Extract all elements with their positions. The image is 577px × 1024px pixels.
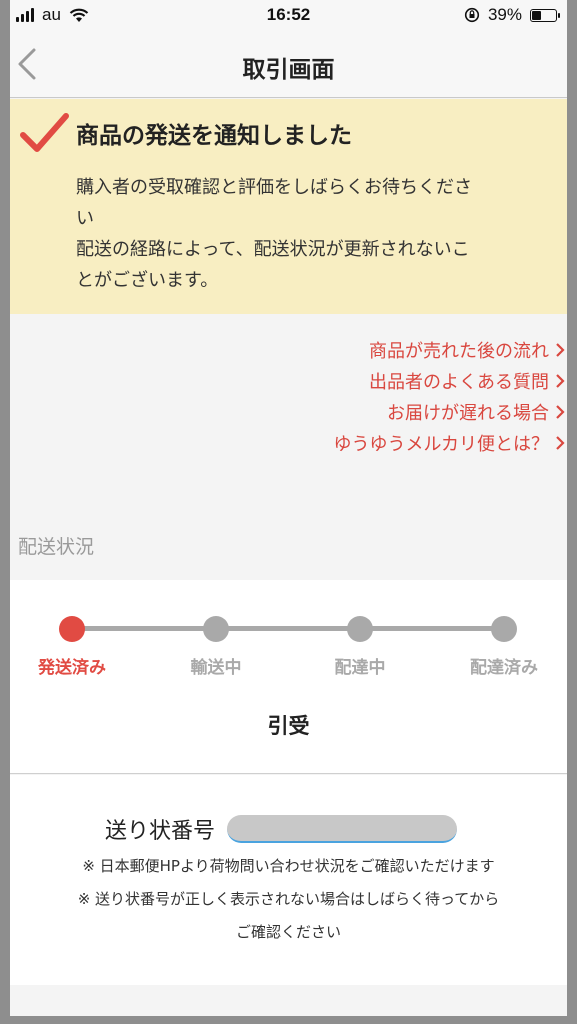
status-right: 39% (464, 5, 560, 25)
tracking-note: ※ 日本郵便HPより荷物問い合わせ状況をご確認いただけます (82, 857, 495, 875)
notice-line: 配送の経路によって、配送状況が更新されないこ (76, 239, 470, 260)
tracking-note: ※ 送り状番号が正しく表示されない場合はしばらく待ってから (77, 890, 500, 908)
notice-title: 商品の発送を通知しました (76, 123, 352, 149)
chevron-right-icon (556, 404, 565, 419)
notice-line: い (76, 208, 94, 229)
link-delivery-delay[interactable]: お届けが遅れる場合 (10, 396, 567, 427)
step-dot (347, 616, 373, 642)
tracking-number-row: 送り状番号 (105, 813, 458, 845)
nav-bar: 取引画面 (10, 30, 567, 98)
notice-message: 購入者の受取確認と評価をしばらくお待ちくださ い 配送の経路によって、配送状況が… (76, 172, 556, 296)
step-label: 配達中 (334, 658, 386, 678)
help-links: 商品が売れた後の流れ 出品者のよくある質問 お届けが遅れる場合 ゆうゆうメルカリ… (10, 334, 567, 458)
chevron-right-icon (556, 342, 565, 357)
shipping-progress: 発送済み 輸送中 配達中 配達済み 引受 (10, 580, 567, 774)
app-screen: au 16:52 39% 取引画面 商品の発送を通知しました 購入者の受取確認と… (0, 0, 577, 1024)
notice-line: 購入者の受取確認と評価をしばらくお待ちくださ (76, 177, 472, 198)
shipping-notice: 商品の発送を通知しました 購入者の受取確認と評価をしばらくお待ちくださ い 配送… (10, 99, 567, 314)
shipping-status-heading: 配送状況 (18, 536, 95, 558)
rotation-lock-icon (464, 7, 480, 23)
current-status: 引受 (267, 714, 310, 738)
link-label: お届けが遅れる場合 (387, 402, 549, 424)
step-dot (59, 616, 85, 642)
step-dot (203, 616, 229, 642)
link-label: 商品が売れた後の流れ (369, 340, 549, 362)
link-label: 出品者のよくある質問 (369, 371, 549, 393)
checkmark-icon (20, 113, 69, 152)
tracking-label: 送り状番号 (105, 819, 216, 844)
progress-track (72, 626, 504, 631)
link-yuyu-mercari[interactable]: ゆうゆうメルカリ便とは？ (10, 427, 567, 458)
step-label: 配達済み (470, 658, 538, 678)
page-title: 取引画面 (242, 57, 335, 83)
step-dot (491, 616, 517, 642)
chevron-right-icon (556, 435, 565, 450)
link-seller-faq[interactable]: 出品者のよくある質問 (10, 365, 567, 396)
step-label: 発送済み (38, 658, 106, 678)
link-after-sale-flow[interactable]: 商品が売れた後の流れ (10, 334, 567, 365)
tracking-section: 送り状番号 ※ 日本郵便HPより荷物問い合わせ状況をご確認いただけます ※ 送り… (10, 775, 567, 985)
battery-icon (530, 8, 560, 22)
battery-percent: 39% (487, 5, 522, 24)
tracking-note: ご確認ください (235, 923, 341, 941)
status-bar: au 16:52 39% (10, 0, 567, 30)
chevron-right-icon (556, 373, 565, 388)
tracking-number-link[interactable] (227, 815, 458, 843)
step-label: 輸送中 (190, 658, 242, 678)
notice-line: とがございます。 (76, 270, 219, 291)
link-label: ゆうゆうメルカリ便とは？ (333, 433, 549, 455)
